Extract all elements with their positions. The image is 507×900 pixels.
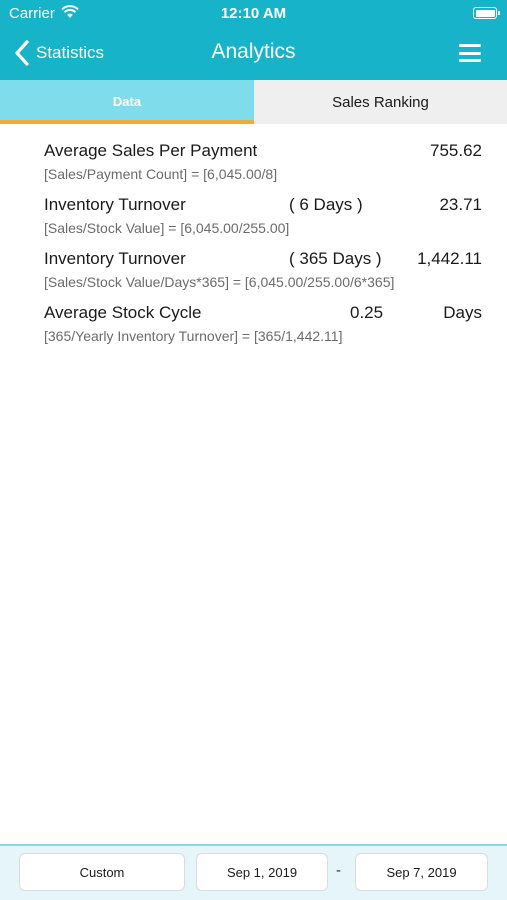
- range-type-button[interactable]: Custom: [19, 853, 185, 891]
- metric-label: Average Sales Per Payment: [44, 141, 258, 160]
- page-title: Analytics: [211, 40, 296, 63]
- metric-formula: [Sales/Payment Count] = [6,045.00/8]: [44, 166, 278, 182]
- tab-sales-ranking[interactable]: Sales Ranking: [254, 80, 507, 124]
- menu-icon[interactable]: [459, 44, 481, 62]
- status-bar: Carrier 12:10 AM: [0, 0, 507, 28]
- tab-data[interactable]: Data: [0, 80, 254, 124]
- metric-average-sales-per-payment: Average Sales Per Payment 755.62 [Sales/…: [44, 141, 482, 182]
- metric-formula: [Sales/Stock Value] = [6,045.00/255.00]: [44, 220, 290, 236]
- start-date-button[interactable]: Sep 1, 2019: [196, 853, 328, 891]
- tab-bar: Data Sales Ranking: [0, 80, 507, 124]
- metric-period: ( 6 Days ): [289, 195, 363, 214]
- metric-inventory-turnover-6-days: Inventory Turnover ( 6 Days ) 23.71 [Sal…: [44, 195, 482, 236]
- clock: 12:10 AM: [220, 5, 287, 22]
- metric-value: 23.71: [439, 195, 482, 214]
- metric-value: 0.25: [350, 303, 384, 322]
- metric-label: Inventory Turnover: [44, 195, 186, 214]
- top-bar: Carrier 12:10 AM Statistics Analytics: [0, 0, 507, 80]
- metric-unit: Days: [443, 303, 482, 322]
- metric-formula: [Sales/Stock Value/Days*365] = [6,045.00…: [44, 274, 395, 290]
- metric-label: Inventory Turnover: [44, 249, 186, 268]
- battery-icon: [473, 7, 500, 19]
- metric-period: ( 365 Days ): [289, 249, 382, 268]
- date-range-bar: Custom Sep 1, 2019 - Sep 7, 2019: [0, 844, 507, 900]
- metric-label: Average Stock Cycle: [44, 303, 202, 322]
- metric-average-stock-cycle: Average Stock Cycle 0.25 Days [365/Yearl…: [44, 303, 482, 344]
- metric-value: 755.62: [430, 141, 482, 160]
- navigation-bar: Statistics Analytics: [0, 28, 507, 80]
- end-date-button[interactable]: Sep 7, 2019: [355, 853, 488, 891]
- date-separator: -: [336, 862, 341, 879]
- metric-value: 1,442.11: [417, 249, 482, 268]
- metric-inventory-turnover-365-days: Inventory Turnover ( 365 Days ) 1,442.11…: [44, 249, 482, 290]
- metric-formula: [365/Yearly Inventory Turnover] = [365/1…: [44, 328, 343, 344]
